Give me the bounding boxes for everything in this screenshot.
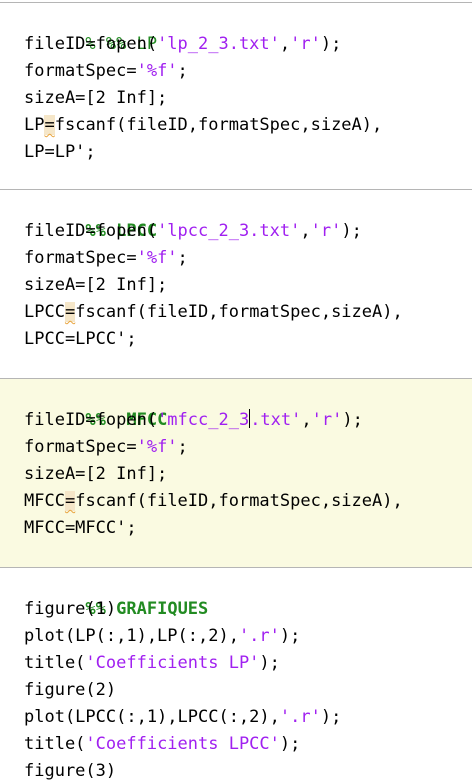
code-text: fscanf(fileID,formatSpec,sizeA), xyxy=(75,491,403,511)
code-text: fileID=fopen( xyxy=(24,410,158,430)
code-text: LP=LP'; xyxy=(24,142,96,162)
code-line[interactable]: plot(LP(:,1),LP(:,2),'.r'); xyxy=(24,623,300,650)
code-text: MFCC xyxy=(24,491,65,511)
code-line[interactable]: title('Coefficients LP'); xyxy=(24,650,280,677)
string-literal: 'lp_2_3.txt' xyxy=(157,34,280,54)
code-text: ; xyxy=(177,248,188,268)
code-text: ); xyxy=(279,734,301,754)
code-text: LPCC xyxy=(24,302,65,322)
code-text: ); xyxy=(320,34,342,54)
code-line[interactable]: LP=LP'; xyxy=(24,139,96,166)
code-line[interactable]: LP=fscanf(fileID,formatSpec,sizeA), xyxy=(24,112,382,139)
code-text: fileID=fopen( xyxy=(24,221,158,241)
code-line[interactable]: figure(1) xyxy=(24,596,116,623)
code-text: ); xyxy=(341,221,362,241)
code-line[interactable]: formatSpec='%f'; xyxy=(24,245,188,272)
cell-header[interactable]: %% GRAFIQUES xyxy=(24,569,208,619)
code-line[interactable]: sizeA=[2 Inf]; xyxy=(24,272,167,299)
code-line[interactable]: sizeA=[2 Inf]; xyxy=(24,461,167,488)
code-text: , xyxy=(300,221,311,241)
code-text: plot(LPCC(:,1),LPCC(:,2), xyxy=(24,707,280,727)
code-line[interactable]: sizeA=[2 Inf]; xyxy=(24,85,167,112)
cell-header[interactable]: %% MFCC xyxy=(24,380,167,430)
code-text: figure(3) xyxy=(24,761,117,780)
string-literal: '.r' xyxy=(279,707,321,727)
string-literal: 'r' xyxy=(290,34,321,54)
code-line[interactable]: fileID=fopen('mfcc_2_3.txt','r'); xyxy=(24,407,363,434)
string-literal: '%f' xyxy=(136,248,178,268)
code-line[interactable]: fileID=fopen('lpcc_2_3.txt','r'); xyxy=(24,218,362,245)
code-text: ); xyxy=(259,653,280,673)
code-cell-lp[interactable]: % %% LP fileID=fopen('lp_2_3.txt','r'); … xyxy=(0,2,472,190)
string-literal: 'r' xyxy=(311,410,343,430)
code-text: fscanf(fileID,formatSpec,sizeA), xyxy=(75,302,403,322)
code-line[interactable]: MFCC=fscanf(fileID,formatSpec,sizeA), xyxy=(24,488,403,515)
code-text: ; xyxy=(177,437,188,457)
cell-header[interactable]: % %% LP xyxy=(24,4,157,54)
code-text: formatSpec= xyxy=(24,61,137,81)
string-literal: '.r' xyxy=(238,626,280,646)
string-literal: '%f' xyxy=(136,437,178,457)
string-literal: .txt' xyxy=(250,410,302,430)
code-editor[interactable]: % %% LP fileID=fopen('lp_2_3.txt','r'); … xyxy=(0,0,472,780)
code-line[interactable]: MFCC=MFCC'; xyxy=(24,515,137,542)
code-text: MFCC=MFCC'; xyxy=(24,518,137,538)
code-text: , xyxy=(301,410,312,430)
code-line[interactable]: LPCC=fscanf(fileID,formatSpec,sizeA), xyxy=(24,299,403,326)
warning-marker[interactable]: = xyxy=(64,491,76,511)
code-text: title( xyxy=(24,653,86,673)
code-text: formatSpec= xyxy=(24,248,137,268)
code-text: formatSpec= xyxy=(24,437,137,457)
code-text: fileID=fopen( xyxy=(24,34,158,54)
code-line[interactable]: formatSpec='%f'; xyxy=(24,434,188,461)
code-text: sizeA=[2 Inf]; xyxy=(24,464,168,484)
string-literal: 'lpcc_2_3.txt' xyxy=(157,221,301,241)
code-text: ); xyxy=(279,626,301,646)
string-literal: 'mfcc_2_3 xyxy=(157,410,250,430)
code-line[interactable]: figure(2) xyxy=(24,677,116,704)
string-literal: '%f' xyxy=(136,61,178,81)
code-text: ); xyxy=(342,410,363,430)
code-line[interactable]: LPCC=LPCC'; xyxy=(24,326,137,353)
warning-marker[interactable]: = xyxy=(64,302,76,322)
code-text: ; xyxy=(177,61,188,81)
warning-marker[interactable]: = xyxy=(44,115,55,135)
string-literal: 'r' xyxy=(310,221,342,241)
string-literal: 'Coefficients LP' xyxy=(85,653,260,673)
code-line[interactable]: title('Coefficients LPCC'); xyxy=(24,731,300,758)
code-line[interactable]: figure(3) xyxy=(24,758,116,780)
code-cell-lpcc[interactable]: %% LPCC fileID=fopen('lpcc_2_3.txt','r')… xyxy=(0,189,472,379)
code-cell-grafiques[interactable]: %% GRAFIQUES figure(1) plot(LP(:,1),LP(:… xyxy=(0,567,472,780)
code-text: figure(2) xyxy=(24,680,117,700)
cell-title: GRAFIQUES xyxy=(116,599,209,619)
code-text: plot(LP(:,1),LP(:,2), xyxy=(24,626,239,646)
string-literal: 'Coefficients LPCC' xyxy=(85,734,280,754)
code-text: figure(1) xyxy=(24,599,117,619)
code-text: , xyxy=(279,34,291,54)
cell-header[interactable]: %% LPCC xyxy=(24,191,157,241)
code-text: LPCC=LPCC'; xyxy=(24,329,137,349)
code-cell-mfcc-active[interactable]: %% MFCC fileID=fopen('mfcc_2_3.txt','r')… xyxy=(0,378,472,568)
code-text: ); xyxy=(320,707,342,727)
code-text: sizeA=[2 Inf]; xyxy=(24,275,168,295)
code-line[interactable]: plot(LPCC(:,1),LPCC(:,2),'.r'); xyxy=(24,704,341,731)
code-text: fscanf(fileID,formatSpec,sizeA), xyxy=(54,115,383,135)
code-text: sizeA=[2 Inf]; xyxy=(24,88,168,108)
code-text: title( xyxy=(24,734,86,754)
code-text: LP xyxy=(24,115,45,135)
code-line[interactable]: formatSpec='%f'; xyxy=(24,58,188,85)
code-line[interactable]: fileID=fopen('lp_2_3.txt','r'); xyxy=(24,31,341,58)
